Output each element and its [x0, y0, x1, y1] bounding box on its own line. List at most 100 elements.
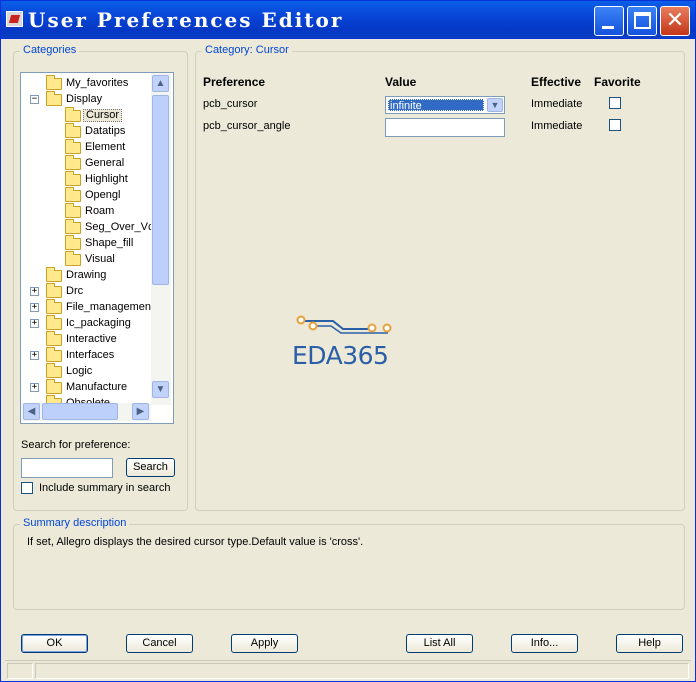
- circuit-trace-icon: [296, 315, 392, 334]
- dropdown-arrow-icon[interactable]: ▼: [487, 98, 503, 112]
- include-summary-checkbox[interactable]: [21, 482, 33, 494]
- folder-icon: [65, 187, 81, 202]
- window-title: User Preferences Editor: [28, 8, 344, 32]
- tree-item[interactable]: General: [21, 155, 151, 172]
- summary-text: If set, Allegro displays the desired cur…: [27, 536, 364, 548]
- tree-item-label: Opengl: [85, 189, 121, 201]
- status-cell: [35, 663, 689, 679]
- tree-item-label: Seg_Over_Vc: [85, 221, 154, 233]
- expand-icon[interactable]: +: [30, 383, 39, 392]
- tree-vertical-scrollbar[interactable]: ▲ ▼: [151, 73, 171, 405]
- tree-item[interactable]: Drawing: [21, 267, 151, 284]
- folder-icon: [46, 283, 62, 298]
- tree-item[interactable]: Visual: [21, 251, 151, 268]
- folder-icon: [46, 347, 62, 362]
- tree-item-label: Drawing: [66, 269, 107, 281]
- tree-item-label: Ic_packaging: [66, 317, 131, 329]
- tree-item[interactable]: Highlight: [21, 171, 151, 188]
- tree-item[interactable]: My_favorites: [21, 75, 151, 92]
- tree-item[interactable]: Opengl: [21, 187, 151, 204]
- tree-item-label: Roam: [85, 205, 115, 217]
- cancel-button[interactable]: Cancel: [126, 634, 193, 653]
- scroll-up-button[interactable]: ▲: [152, 75, 169, 92]
- tree-item[interactable]: Logic: [21, 363, 151, 380]
- tree-item-label: Element: [85, 141, 126, 153]
- tree-item[interactable]: + Drc: [21, 283, 151, 300]
- title-bar[interactable]: User Preferences Editor ✕: [1, 1, 695, 39]
- scroll-thumb[interactable]: [152, 95, 169, 285]
- expand-icon[interactable]: +: [30, 287, 39, 296]
- tree-item-label: Cursor: [83, 109, 123, 122]
- minimize-icon: [602, 26, 614, 29]
- category-tree[interactable]: My_favorites − Display Cursor Datatips Elemen…: [20, 72, 174, 424]
- list-all-button[interactable]: List All: [406, 634, 473, 653]
- favorite-header: Favorite: [594, 75, 641, 89]
- scroll-left-button[interactable]: ◀: [23, 403, 40, 420]
- tree-item-label: My_favorites: [66, 77, 129, 89]
- tree-item[interactable]: + Interfaces: [21, 347, 151, 364]
- scroll-right-button[interactable]: ▶: [132, 403, 149, 420]
- folder-icon: [46, 315, 62, 330]
- folder-icon: [46, 75, 62, 90]
- ok-button[interactable]: OK: [21, 634, 88, 653]
- search-input[interactable]: [21, 458, 113, 478]
- category-group-label: Category: Cursor: [202, 44, 292, 56]
- tree-item-label: Display: [66, 93, 103, 105]
- preference-header: Preference: [203, 75, 266, 89]
- status-bar: [5, 660, 691, 680]
- user-preferences-window: User Preferences Editor ✕ Categories My_…: [0, 0, 696, 682]
- expand-icon[interactable]: +: [30, 351, 39, 360]
- tree-item[interactable]: − Display: [21, 91, 151, 108]
- expand-icon[interactable]: +: [30, 319, 39, 328]
- tree-item[interactable]: Roam: [21, 203, 151, 220]
- status-cell: [7, 663, 33, 679]
- close-button[interactable]: ✕: [660, 6, 690, 36]
- help-button[interactable]: Help: [616, 634, 683, 653]
- pcb-cursor-value: infinite: [388, 99, 484, 112]
- eda365-watermark: EDA365: [291, 313, 406, 373]
- tree-item[interactable]: Element: [21, 139, 151, 156]
- collapse-icon[interactable]: −: [30, 95, 39, 104]
- minimize-button[interactable]: [594, 6, 624, 36]
- pcb-cursor-angle-input[interactable]: [385, 118, 505, 137]
- horizontal-scroll-thumb[interactable]: [42, 403, 118, 420]
- folder-icon: [65, 219, 81, 234]
- tree-item[interactable]: + Manufacture: [21, 379, 151, 396]
- folder-icon: [65, 123, 81, 138]
- folder-icon: [65, 107, 81, 122]
- search-button[interactable]: Search: [126, 458, 175, 477]
- tree-item[interactable]: + File_management: [21, 299, 154, 316]
- folder-icon: [65, 171, 81, 186]
- folder-icon: [65, 203, 81, 218]
- effective-header: Effective: [531, 75, 582, 89]
- include-summary-label: Include summary in search: [39, 482, 171, 494]
- tree-item-label: Shape_fill: [85, 237, 134, 249]
- scroll-down-button[interactable]: ▼: [152, 381, 169, 398]
- expand-icon[interactable]: +: [30, 303, 39, 312]
- pcb-cursor-select[interactable]: infinite ▼: [385, 96, 505, 114]
- info-button[interactable]: Info...: [511, 634, 578, 653]
- apply-button[interactable]: Apply: [231, 634, 298, 653]
- folder-icon: [46, 331, 62, 346]
- tree-item-label: Drc: [66, 285, 84, 297]
- summary-group-label: Summary description: [20, 517, 130, 529]
- maximize-icon: [634, 12, 651, 29]
- tree-item-label: Visual: [85, 253, 115, 265]
- favorite-checkbox[interactable]: [609, 97, 621, 109]
- tree-item[interactable]: Datatips: [21, 123, 151, 140]
- tree-item[interactable]: Interactive: [21, 331, 151, 348]
- tree-horizontal-scrollbar[interactable]: ◀ ▶: [21, 403, 151, 421]
- tree-item-label: General: [85, 157, 125, 169]
- pref-name: pcb_cursor: [203, 98, 258, 110]
- tree-item[interactable]: Cursor: [21, 107, 151, 124]
- close-icon: ✕: [665, 8, 685, 33]
- favorite-checkbox[interactable]: [609, 119, 621, 131]
- tree-item[interactable]: Seg_Over_Vc: [21, 219, 153, 236]
- tree-item[interactable]: + Ic_packaging: [21, 315, 151, 332]
- tree-item-label: Interactive: [66, 333, 117, 345]
- app-icon[interactable]: [6, 11, 23, 27]
- folder-icon: [65, 155, 81, 170]
- tree-item[interactable]: Shape_fill: [21, 235, 151, 252]
- maximize-button[interactable]: [627, 6, 657, 36]
- folder-icon: [65, 139, 81, 154]
